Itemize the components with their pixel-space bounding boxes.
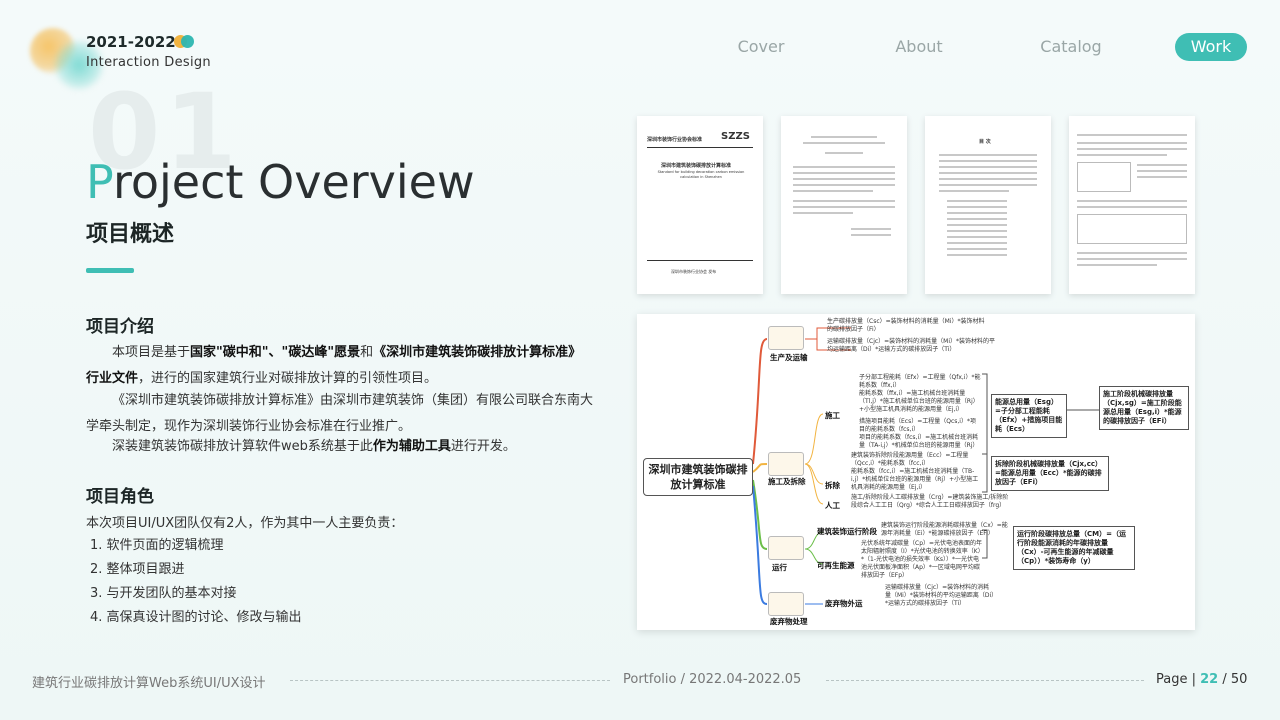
footer-project-name: 建筑行业碳排放计算Web系统UI/UX设计 xyxy=(32,676,266,691)
list-item: 3. 与开发团队的基本对接 xyxy=(90,586,237,601)
page-current: 22 xyxy=(1200,672,1219,687)
header-year: 2021-2022 xyxy=(86,33,176,51)
brand-dot-teal-icon xyxy=(181,35,194,48)
box-operation-result: 运行阶段碳排放总量（CM）=（运行阶段能源消耗的年碳排放量（Cx）-可再生能源的… xyxy=(1013,526,1135,570)
title-initial: P xyxy=(86,155,113,209)
sub-labor: 人工 xyxy=(825,501,840,510)
box-energy-total: 能源总用量（Esg）=子分部工程能耗（Efx）+措施项目能耗（Ecs） xyxy=(991,394,1067,438)
atom-icon xyxy=(768,536,804,560)
sub-waste-out: 废弃物外运 xyxy=(825,599,863,608)
document-thumbnail-notice xyxy=(781,116,907,294)
build-formula-1: 子分部工程能耗（Efx）=工程量（Qfx,i）*能耗系数（ffx,i） xyxy=(859,374,981,389)
flask-icon xyxy=(768,592,804,616)
branch-line-construction xyxy=(752,463,768,473)
renewable-formula: 光伏系统年减碳量（Cp）=光伏电池表面的年太阳辐射照度（I）*光伏电池的转换效率… xyxy=(861,540,983,579)
footer-portfolio: Portfolio / 2022.04-2022.05 xyxy=(623,672,802,687)
role-intro: 本次项目UI/UX团队仅有2人，作为其中一人主要负责： xyxy=(86,516,404,531)
role-heading: 项目角色 xyxy=(86,487,154,507)
mindmap-root: 深圳市建筑装饰碳排放计算标准 xyxy=(643,458,753,496)
production-icon xyxy=(768,326,804,350)
branch-construction: 施工及拆除 xyxy=(768,477,806,486)
intro-p3-b: 作为辅助工具 xyxy=(372,439,451,454)
list-item: 1. 软件页面的逻辑梳理 xyxy=(90,538,224,553)
intro-p1-a: 本项目是基于 xyxy=(112,345,191,360)
sub-renewable: 可再生能源 xyxy=(817,561,855,570)
branch-waste: 废弃物处理 xyxy=(770,617,808,626)
nav-cover[interactable]: Cover xyxy=(728,33,794,61)
demolish-formula-2: 能耗系数（fcc,i）=施工机械台班消耗量（TB-i,j）*机械单位台班的能源用… xyxy=(851,468,979,491)
document-thumbnail-cover: 深圳市装饰行业协会标准 SZZS 深圳市建筑装饰碳排放计算标准 Standard… xyxy=(637,116,763,294)
intro-p3-c: 进行开发。 xyxy=(450,439,516,454)
sub-demolish: 拆除 xyxy=(825,481,840,490)
intro-p1-e: ，进行的国家建筑行业对碳排放计算的引领性项目。 xyxy=(138,371,438,386)
document-thumbnail-contents: 目 次 xyxy=(925,116,1051,294)
intro-p3-a: 深装建筑装饰碳排放计算软件web系统基于此 xyxy=(112,439,373,454)
nav-catalog[interactable]: Catalog xyxy=(1030,33,1112,61)
document-thumbnail-formula xyxy=(1069,116,1195,294)
intro-heading: 项目介绍 xyxy=(86,317,154,337)
page-label: Page xyxy=(1156,672,1188,687)
production-formula-1: 生产碳排放量（Csc）=装饰材料的消耗量（Mi）*装饰材料的碳排放因子（Fi） xyxy=(827,318,985,333)
branch-production: 生产及运输 xyxy=(770,353,808,362)
page-subtitle: 项目概述 xyxy=(86,222,175,247)
intro-p1-b: 国家"碳中和"、"碳达峰"愿景 xyxy=(190,345,361,360)
build-formula-3: 措施项目能耗（Ecs）=工程量（Qcs,i）*项目的能耗系数（fcs,i） xyxy=(859,418,976,433)
branch-line-waste xyxy=(752,485,768,605)
branch-line-production xyxy=(752,338,768,465)
footer-divider-right xyxy=(826,680,1144,681)
intro-paragraph-3: 深装建筑装饰碳排放计算软件web系统基于此作为辅助工具进行开发。 xyxy=(86,434,594,460)
build-formula-2: 能耗系数（ffx,i）=施工机械台班消耗量（Tl,j）*施工机械单位台班的能源用… xyxy=(859,390,979,413)
construction-icon xyxy=(768,452,804,476)
sub-build: 施工 xyxy=(825,411,840,420)
intro-paragraph-2: 《深圳市建筑装饰碳排放计算标准》由深圳市建筑装饰（集团）有限公司联合东南大学牵头… xyxy=(86,393,594,434)
box-demolish-result: 拆除阶段机械碳排放量（Cjx,cc）=能源总用量（Ecc）*能源的碳排放因子（E… xyxy=(991,456,1109,491)
footer-divider-left xyxy=(290,680,610,681)
page-indicator: Page | 22 / 50 xyxy=(1156,672,1248,687)
intro-paragraph-1: 本项目是基于国家"碳中和"、"碳达峰"愿景和《深圳市建筑装饰碳排放计算标准》行业… xyxy=(86,340,594,392)
production-formula-2: 运输碳排放量（Cjc）=装饰材料的消耗量（Mi）*装饰材料的平均运输距离（Di）… xyxy=(827,338,996,353)
title-rest: roject Overview xyxy=(112,155,475,209)
accent-divider xyxy=(86,268,134,273)
nav-work[interactable]: Work xyxy=(1175,33,1247,61)
doc1-title: 深圳市建筑装饰碳排放计算标准 xyxy=(661,163,732,169)
doc3-title: 目 次 xyxy=(979,139,991,145)
labor-formula: 施工/拆除阶段人工碳排放量（Crg）=建筑装饰施工/拆除阶段综合人工工日（Qrg… xyxy=(851,494,1009,509)
mindmap-diagram: 深圳市建筑装饰碳排放计算标准 生产及运输 施工及拆除 运行 废弃物处理 生产碳排… xyxy=(637,314,1195,630)
list-item: 4. 高保真设计图的讨论、修改与输出 xyxy=(90,610,302,625)
list-item: 2. 整体项目跟进 xyxy=(90,562,185,577)
role-list: 1. 软件页面的逻辑梳理 2. 整体项目跟进 3. 与开发团队的基本对接 4. … xyxy=(90,534,302,630)
build-formula-4: 项目的能耗系数（fcs,i）=施工机械台班消耗量（TA-i,j）*机械单位台班的… xyxy=(859,434,979,449)
doc1-en: Standard for building decoration carbon … xyxy=(657,170,745,179)
doc1-code: SZZS xyxy=(721,131,750,142)
intro-p1-c: 和 xyxy=(360,345,374,360)
demolish-formula-1: 建筑装饰拆除阶段能源用量（Ecc）=工程量（Qcc,i）*能耗系数（fcc,i） xyxy=(851,452,969,467)
branch-operation: 运行 xyxy=(772,563,787,572)
header-subtitle: Interaction Design xyxy=(86,55,211,70)
sub-op-stage: 建筑装饰运行阶段 xyxy=(817,527,877,536)
op-formula: 建筑装饰运行阶段能源消耗碳排放量（Cx）=能源年消耗量（Ei）*能源碳排放因子（… xyxy=(881,522,1008,537)
page-total: / 50 xyxy=(1222,672,1248,687)
nav-about[interactable]: About xyxy=(886,33,952,61)
page-title: Project Overview xyxy=(86,156,475,208)
doc1-org: 深圳市装饰行业协会标准 xyxy=(647,137,703,143)
waste-formula: 运输碳排放量（Cjc）=装饰材料的消耗量（Mi）*装饰材料的平均运输距离（Di）… xyxy=(885,584,995,607)
box-build-result: 施工阶段机械碳排放量（Cjx,sg）=施工阶段能源总用量（Esg,i）*能源的碳… xyxy=(1099,386,1189,430)
doc1-footer: 深圳市装饰行业协会 发布 xyxy=(671,269,717,274)
